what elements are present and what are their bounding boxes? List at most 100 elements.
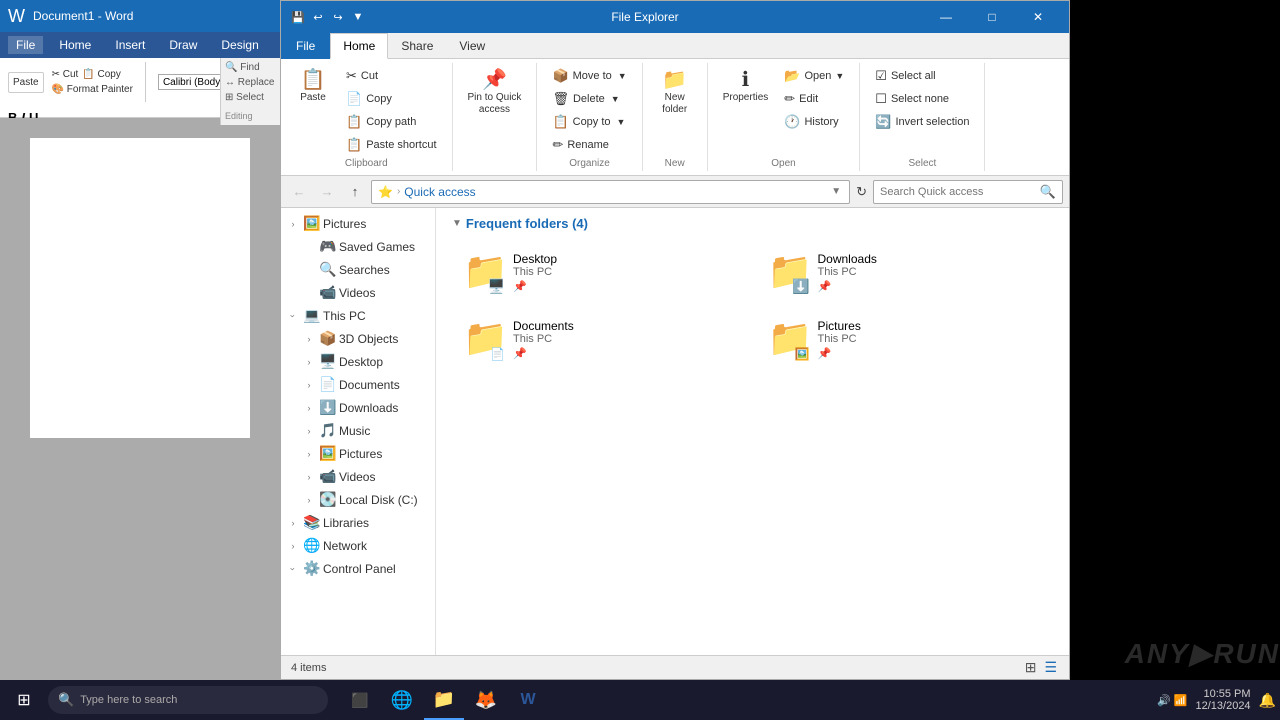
rename-button[interactable]: ✏ Rename (545, 134, 633, 156)
taskbar-search-placeholder: Type here to search (80, 694, 177, 706)
system-tray-icons: 🔊 📶 (1157, 694, 1187, 707)
pin-to-quick-access-button[interactable]: 📌 Pin to Quickaccess (461, 65, 529, 121)
sidebar-item-control-panel[interactable]: › ⚙️ Control Panel (281, 557, 435, 580)
word-tab-design: Design (213, 36, 266, 54)
details-view-button[interactable]: ☰ (1042, 657, 1059, 678)
paste-shortcut-button[interactable]: 📋 Paste shortcut (339, 134, 444, 156)
sidebar-item-3d-objects[interactable]: › 📦 3D Objects (297, 327, 435, 350)
redo-icon[interactable]: ↪ (329, 8, 347, 26)
tab-view[interactable]: View (446, 33, 498, 59)
sidebar-item-music[interactable]: › 🎵 Music (297, 419, 435, 442)
address-home-crumb[interactable]: ⭐ (378, 185, 393, 199)
sidebar-item-videos-top[interactable]: › 📹 Videos (297, 281, 435, 304)
sidebar-item-local-disk[interactable]: › 💽 Local Disk (C:) (297, 488, 435, 511)
start-button[interactable]: ⊞ (4, 680, 44, 720)
back-button[interactable]: ← (287, 180, 311, 204)
word-title-bar: W Document1 - Word (0, 0, 280, 32)
expand-icon: › (287, 218, 299, 230)
status-bar: 4 items ⊞ ☰ (281, 655, 1069, 679)
up-button[interactable]: ↑ (343, 180, 367, 204)
sidebar-item-downloads[interactable]: › ⬇️ Downloads (297, 396, 435, 419)
taskbar-file-explorer[interactable]: 📁 (424, 680, 464, 720)
close-button[interactable]: ✕ (1015, 1, 1061, 33)
downloads-folder-info: Downloads This PC 📌 (818, 252, 877, 293)
word-title-text: Document1 - Word (33, 9, 133, 23)
folder-item-pictures[interactable]: 📁 🖼️ Pictures This PC 📌 (757, 310, 1054, 369)
tab-share[interactable]: Share (388, 33, 446, 59)
history-button[interactable]: 🕐 History (777, 111, 851, 133)
sidebar-item-network[interactable]: › 🌐 Network (281, 534, 435, 557)
open-small-group: 📂 Open ▼ ✏ Edit 🕐 History (777, 65, 851, 133)
taskbar-search-bar[interactable]: 🔍 Type here to search (48, 686, 328, 714)
section-header-frequent[interactable]: ▼ Frequent folders (4) (452, 216, 1053, 231)
folder-item-downloads[interactable]: 📁 ⬇️ Downloads This PC 📌 (757, 243, 1054, 302)
quick-save-icon[interactable]: 💾 (289, 8, 307, 26)
taskbar-edge[interactable]: 🌐 (382, 680, 422, 720)
ribbon-group-select: ☑ Select all ☐ Select none 🔄 Invert sele… (860, 63, 985, 171)
copy-icon: 📄 (346, 91, 362, 107)
expand-this-pc-icon: › (287, 310, 299, 322)
ribbon-tab-bar: File Home Share View (281, 33, 1069, 59)
notification-icon[interactable]: 🔔 (1259, 692, 1276, 709)
folder-item-desktop[interactable]: 📁 🖥️ Desktop This PC 📌 (452, 243, 749, 302)
tab-home[interactable]: Home (330, 33, 388, 59)
edit-button[interactable]: ✏ Edit (777, 88, 851, 110)
cut-icon: ✂ (346, 68, 357, 84)
new-buttons: 📁 Newfolder (651, 65, 699, 156)
taskbar-firefox[interactable]: 🦊 (466, 680, 506, 720)
select-all-button[interactable]: ☑ Select all (868, 65, 976, 87)
select-buttons: ☑ Select all ☐ Select none 🔄 Invert sele… (868, 65, 976, 156)
pictures-folder-subtitle: This PC (818, 333, 861, 345)
refresh-button[interactable]: ↻ (854, 182, 869, 202)
minimize-button[interactable]: — (923, 1, 969, 33)
word-tab-draw: Draw (161, 36, 205, 54)
word-tab-insert: Insert (107, 36, 153, 54)
ribbon-group-clipboard: 📋 Paste ✂ Cut 📄 Copy 📋 Copy path (281, 63, 453, 171)
word-content-area (0, 118, 280, 680)
paste-button[interactable]: 📋 Paste (289, 65, 337, 109)
copy-to-button[interactable]: 📋 Copy to ▼ (545, 111, 633, 133)
delete-button[interactable]: 🗑 Delete ▼ (545, 88, 633, 110)
copy-button[interactable]: 📄 Copy (339, 88, 444, 110)
select-none-button[interactable]: ☐ Select none (868, 88, 976, 110)
tab-file[interactable]: File (281, 33, 330, 59)
taskbar-task-view[interactable]: ⬛ (340, 680, 380, 720)
search-submit-icon[interactable]: 🔍 (1040, 184, 1056, 200)
taskbar-clock: 10:55 PM 12/13/2024 (1196, 688, 1251, 712)
firefox-icon: 🦊 (475, 690, 497, 711)
forward-button[interactable]: → (315, 180, 339, 204)
copy-path-button[interactable]: 📋 Copy path (339, 111, 444, 133)
word-tab-file: File (8, 36, 43, 54)
desktop-badge-icon: 🖥️ (488, 279, 505, 293)
properties-button[interactable]: ℹ Properties (716, 65, 776, 109)
address-dropdown-button[interactable]: ▼ (829, 184, 843, 199)
address-quick-access-crumb[interactable]: Quick access (404, 185, 475, 199)
sidebar-item-pictures[interactable]: › 🖼️ Pictures (297, 442, 435, 465)
open-button[interactable]: 📂 Open ▼ (777, 65, 851, 87)
sidebar-item-pictures-top[interactable]: › 🖼️ Pictures (281, 212, 435, 235)
rename-icon: ✏ (552, 137, 563, 153)
sidebar-item-documents[interactable]: › 📄 Documents (297, 373, 435, 396)
undo-icon[interactable]: ↩ (309, 8, 327, 26)
open-chevron: ▼ (835, 71, 844, 81)
maximize-button[interactable]: □ (969, 1, 1015, 33)
folder-item-documents[interactable]: 📁 📄 Documents This PC 📌 (452, 310, 749, 369)
cut-button[interactable]: ✂ Cut (339, 65, 444, 87)
search-input[interactable] (880, 186, 1036, 198)
tiles-view-button[interactable]: ⊞ (1023, 657, 1039, 678)
sidebar-item-this-pc[interactable]: › 💻 This PC (281, 304, 435, 327)
sidebar-item-saved-games[interactable]: › 🎮 Saved Games (297, 235, 435, 258)
address-bar: ⭐ › Quick access ▼ (371, 180, 850, 204)
new-folder-button[interactable]: 📁 Newfolder (651, 65, 699, 121)
sidebar-item-videos[interactable]: › 📹 Videos (297, 465, 435, 488)
sidebar-item-desktop[interactable]: › 🖥️ Desktop (297, 350, 435, 373)
sidebar-item-searches[interactable]: › 🔍 Searches (297, 258, 435, 281)
start-icon: ⊞ (17, 690, 30, 710)
taskbar-word[interactable]: W (508, 680, 548, 720)
move-to-button[interactable]: 📦 Move to ▼ (545, 65, 633, 87)
sidebar-item-libraries[interactable]: › 📚 Libraries (281, 511, 435, 534)
open-icon: 📂 (784, 68, 800, 84)
chevron-icon[interactable]: ▼ (349, 8, 367, 26)
invert-selection-button[interactable]: 🔄 Invert selection (868, 111, 976, 133)
taskbar-search-icon: 🔍 (58, 692, 74, 708)
